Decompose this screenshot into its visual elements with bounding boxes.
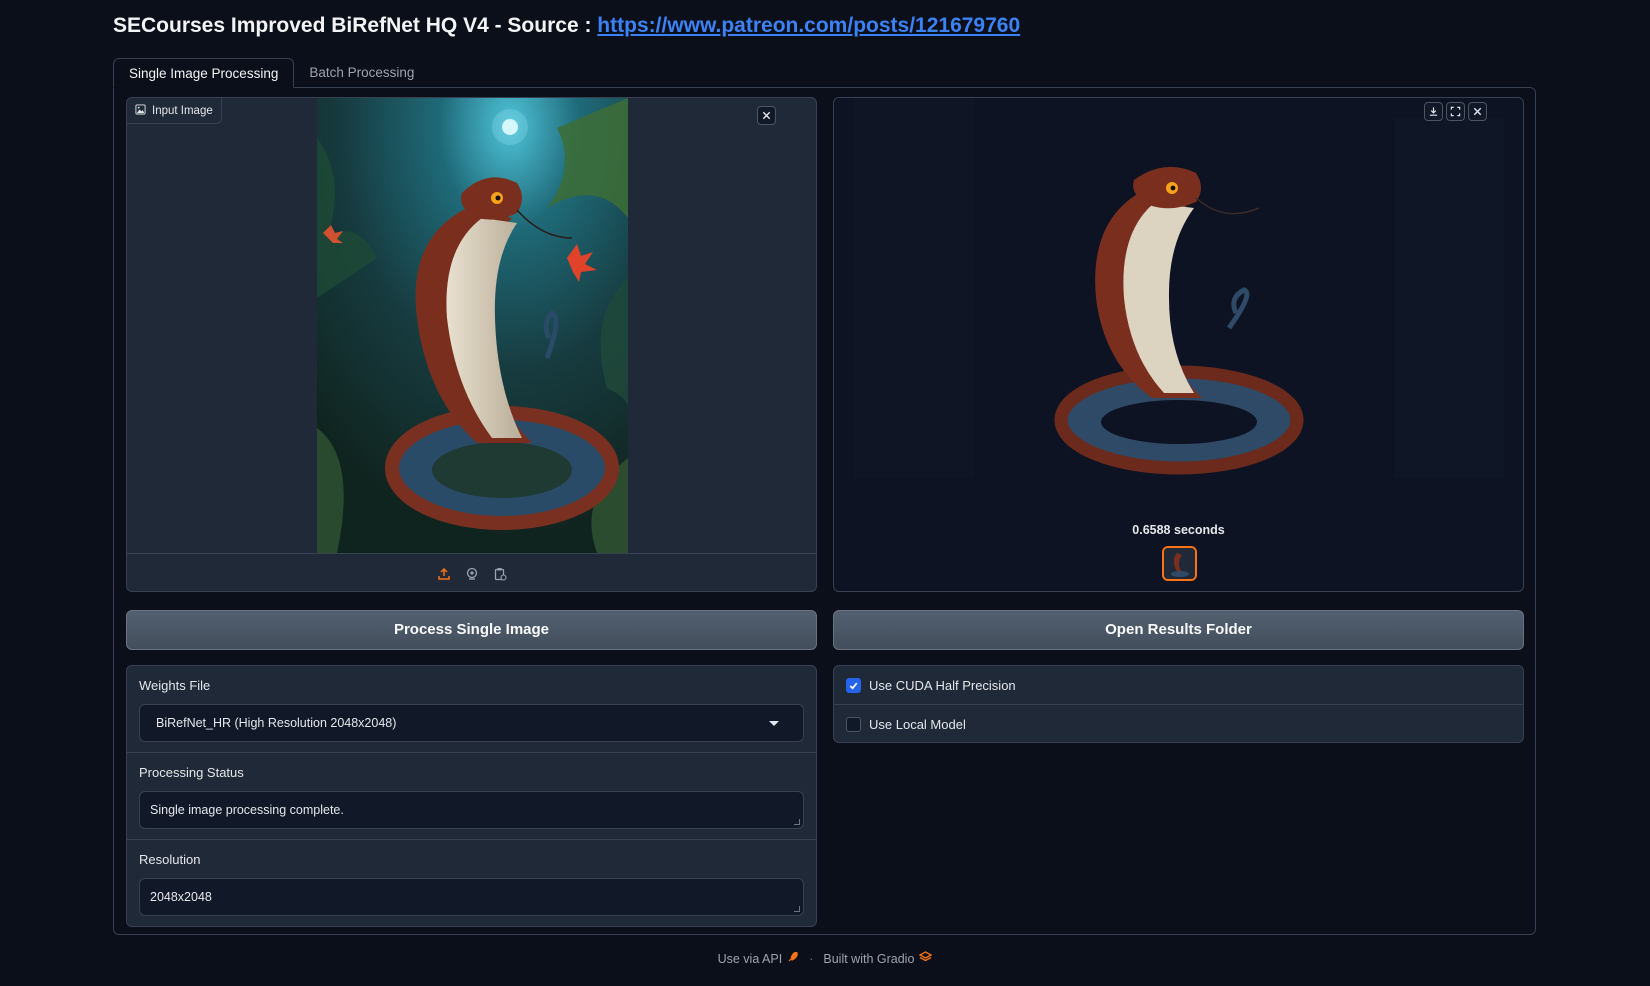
- cuda-half-precision-checkbox[interactable]: [846, 678, 861, 693]
- webcam-icon[interactable]: [463, 565, 481, 583]
- local-model-option[interactable]: Use Local Model: [834, 704, 1523, 742]
- use-via-api-text: Use via API: [717, 951, 783, 966]
- open-results-folder-button[interactable]: Open Results Folder: [833, 610, 1524, 650]
- status-textbox[interactable]: Single image processing complete.: [139, 791, 804, 829]
- resolution-textbox[interactable]: 2048x2048: [139, 878, 804, 916]
- close-icon[interactable]: [757, 106, 776, 125]
- footer-separator: ·: [809, 951, 814, 966]
- tab-batch[interactable]: Batch Processing: [294, 58, 429, 88]
- cuda-half-precision-option[interactable]: Use CUDA Half Precision: [834, 666, 1523, 705]
- input-source-bar: [127, 553, 816, 591]
- title-text: SECourses Improved BiRefNet HQ V4 - Sour…: [113, 14, 598, 37]
- status-section: Processing Status Single image processin…: [127, 752, 816, 839]
- input-image-label: Input Image: [127, 98, 222, 124]
- process-single-image-button[interactable]: Process Single Image: [126, 610, 817, 650]
- status-label: Processing Status: [139, 765, 244, 780]
- resolution-value: 2048x2048: [150, 890, 212, 904]
- gradio-logo-icon: [919, 951, 933, 966]
- tab-bar: Single Image Processing Batch Processing: [113, 58, 429, 88]
- cuda-half-precision-label: Use CUDA Half Precision: [869, 678, 1016, 693]
- upload-icon[interactable]: [435, 565, 453, 583]
- footer: Use via API · Built with Gradio: [0, 951, 1650, 966]
- chevron-down-icon: [769, 721, 779, 726]
- built-with-gradio-text: Built with Gradio: [823, 951, 915, 966]
- tab-panel: Input Image 0.6588 seconds Process Singl…: [113, 87, 1536, 935]
- download-icon[interactable]: [1424, 102, 1443, 121]
- resize-handle-icon[interactable]: [794, 906, 800, 912]
- weights-section: Weights File BiRefNet_HR (High Resolutio…: [127, 666, 816, 752]
- resolution-section: Resolution 2048x2048: [127, 839, 816, 926]
- local-model-checkbox[interactable]: [846, 716, 861, 732]
- resize-handle-icon[interactable]: [794, 819, 800, 825]
- options-panel: Use CUDA Half Precision Use Local Model: [833, 665, 1524, 743]
- tab-single-image[interactable]: Single Image Processing: [113, 58, 295, 88]
- local-model-label: Use Local Model: [869, 716, 966, 732]
- page-title: SECourses Improved BiRefNet HQ V4 - Sour…: [113, 14, 1020, 38]
- weights-label: Weights File: [139, 678, 211, 693]
- rocket-icon: [787, 951, 799, 966]
- use-via-api-link[interactable]: Use via API: [718, 951, 800, 966]
- weights-selected-value: BiRefNet_HR (High Resolution 2048x2048): [156, 716, 397, 730]
- status-value: Single image processing complete.: [150, 803, 344, 817]
- result-thumbnail[interactable]: [1162, 546, 1197, 581]
- output-image-block[interactable]: 0.6588 seconds: [833, 97, 1524, 592]
- settings-form: Weights File BiRefNet_HR (High Resolutio…: [126, 665, 817, 927]
- weights-dropdown[interactable]: BiRefNet_HR (High Resolution 2048x2048): [139, 704, 804, 742]
- output-snake-image: [834, 98, 1523, 518]
- resolution-label: Resolution: [139, 852, 201, 867]
- source-link[interactable]: https://www.patreon.com/posts/121679760: [597, 14, 1020, 37]
- close-icon[interactable]: [1468, 102, 1487, 121]
- input-image-block[interactable]: Input Image: [126, 97, 817, 592]
- built-with-gradio-link[interactable]: Built with Gradio: [823, 951, 933, 966]
- input-snake-image: [317, 98, 628, 553]
- app-root: SECourses Improved BiRefNet HQ V4 - Sour…: [0, 0, 1650, 986]
- input-image-label-text: Input Image: [152, 104, 213, 117]
- image-icon: [135, 103, 146, 118]
- processing-time-caption: 0.6588 seconds: [1132, 523, 1225, 537]
- clipboard-icon[interactable]: [491, 565, 509, 583]
- fullscreen-icon[interactable]: [1446, 102, 1465, 121]
